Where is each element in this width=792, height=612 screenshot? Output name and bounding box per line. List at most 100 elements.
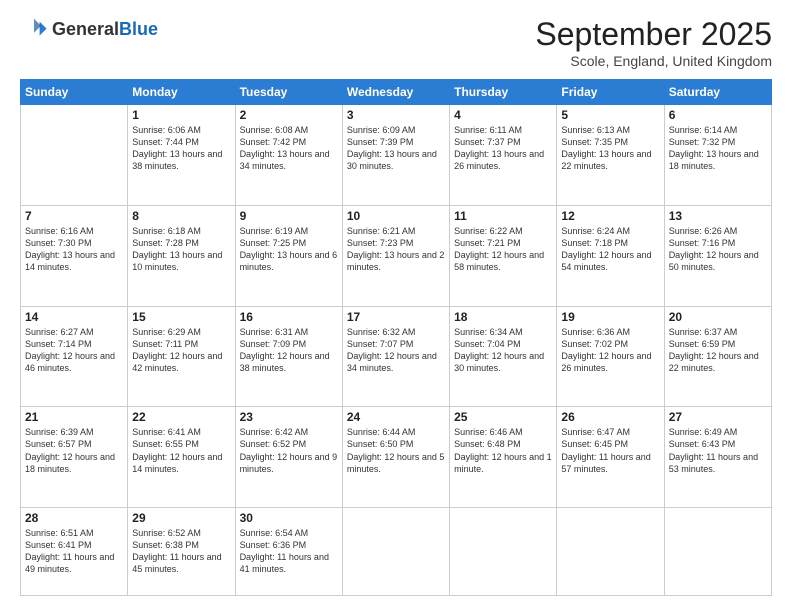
- calendar-cell: 5 Sunrise: 6:13 AM Sunset: 7:35 PM Daylig…: [557, 105, 664, 206]
- cell-info: Sunrise: 6:21 AM Sunset: 7:23 PM Dayligh…: [347, 225, 445, 274]
- day-number: 22: [132, 410, 230, 424]
- cell-info: Sunrise: 6:13 AM Sunset: 7:35 PM Dayligh…: [561, 124, 659, 173]
- cell-info: Sunrise: 6:24 AM Sunset: 7:18 PM Dayligh…: [561, 225, 659, 274]
- calendar-cell: 23Sunrise: 6:42 AM Sunset: 6:52 PM Dayli…: [235, 407, 342, 508]
- calendar-cell: [21, 105, 128, 206]
- day-number: 14: [25, 310, 123, 324]
- day-number: 21: [25, 410, 123, 424]
- calendar-cell: 30 Sunrise: 6:54 AM Sunset: 6:36 PM Dayli…: [235, 508, 342, 596]
- cell-info: Sunrise: 6:36 AM Sunset: 7:02 PM Dayligh…: [561, 326, 659, 375]
- week-row-3: 21 Sunrise: 6:39 AM Sunset: 6:57 PM Dayli…: [21, 407, 772, 508]
- week-row-2: 14 Sunrise: 6:27 AM Sunset: 7:14 PM Dayli…: [21, 306, 772, 407]
- calendar-cell: [664, 508, 771, 596]
- calendar-cell: 27 Sunrise: 6:49 AM Sunset: 6:43 PM Dayli…: [664, 407, 771, 508]
- day-number: 9: [240, 209, 338, 223]
- day-number: 18: [454, 310, 552, 324]
- week-row-4: 28 Sunrise: 6:51 AM Sunset: 6:41 PM Dayli…: [21, 508, 772, 596]
- day-number: 3: [347, 108, 445, 122]
- calendar-cell: [450, 508, 557, 596]
- cell-info: Sunrise: 6:51 AM Sunset: 6:41 PM Dayligh…: [25, 527, 123, 576]
- cell-info: Sunrise: 6:47 AM Sunset: 6:45 PM Dayligh…: [561, 426, 659, 475]
- day-number: 24: [347, 410, 445, 424]
- cell-info: Sunrise: 6:32 AM Sunset: 7:07 PM Dayligh…: [347, 326, 445, 375]
- day-number: 1: [132, 108, 230, 122]
- cell-info: Sunrise: 6:19 AM Sunset: 7:25 PM Dayligh…: [240, 225, 338, 274]
- day-number: 2: [240, 108, 338, 122]
- cell-info: Sunrise: 6:11 AM Sunset: 7:37 PM Dayligh…: [454, 124, 552, 173]
- day-header-monday: Monday: [128, 80, 235, 105]
- day-header-sunday: Sunday: [21, 80, 128, 105]
- calendar-cell: 6 Sunrise: 6:14 AM Sunset: 7:32 PM Daylig…: [664, 105, 771, 206]
- calendar-cell: 25 Sunrise: 6:46 AM Sunset: 6:48 PM Dayli…: [450, 407, 557, 508]
- cell-info: Sunrise: 6:31 AM Sunset: 7:09 PM Dayligh…: [240, 326, 338, 375]
- cell-info: Sunrise: 6:08 AM Sunset: 7:42 PM Dayligh…: [240, 124, 338, 173]
- day-number: 4: [454, 108, 552, 122]
- day-number: 13: [669, 209, 767, 223]
- cell-info: Sunrise: 6:39 AM Sunset: 6:57 PM Dayligh…: [25, 426, 123, 475]
- day-number: 27: [669, 410, 767, 424]
- calendar-cell: 15 Sunrise: 6:29 AM Sunset: 7:11 PM Dayli…: [128, 306, 235, 407]
- day-number: 6: [669, 108, 767, 122]
- day-number: 30: [240, 511, 338, 525]
- calendar-cell: 8 Sunrise: 6:18 AM Sunset: 7:28 PM Daylig…: [128, 205, 235, 306]
- day-header-wednesday: Wednesday: [342, 80, 449, 105]
- cell-info: Sunrise: 6:52 AM Sunset: 6:38 PM Dayligh…: [132, 527, 230, 576]
- days-header-row: SundayMondayTuesdayWednesdayThursdayFrid…: [21, 80, 772, 105]
- day-number: 29: [132, 511, 230, 525]
- calendar-cell: [342, 508, 449, 596]
- cell-info: Sunrise: 6:54 AM Sunset: 6:36 PM Dayligh…: [240, 527, 338, 576]
- cell-info: Sunrise: 6:46 AM Sunset: 6:48 PM Dayligh…: [454, 426, 552, 475]
- calendar-cell: 18 Sunrise: 6:34 AM Sunset: 7:04 PM Dayli…: [450, 306, 557, 407]
- cell-info: Sunrise: 6:41 AM Sunset: 6:55 PM Dayligh…: [132, 426, 230, 475]
- calendar: SundayMondayTuesdayWednesdayThursdayFrid…: [20, 79, 772, 596]
- day-header-friday: Friday: [557, 80, 664, 105]
- day-header-thursday: Thursday: [450, 80, 557, 105]
- calendar-cell: 17Sunrise: 6:32 AM Sunset: 7:07 PM Dayli…: [342, 306, 449, 407]
- cell-info: Sunrise: 6:37 AM Sunset: 6:59 PM Dayligh…: [669, 326, 767, 375]
- day-number: 25: [454, 410, 552, 424]
- day-number: 5: [561, 108, 659, 122]
- day-number: 19: [561, 310, 659, 324]
- calendar-cell: 3 Sunrise: 6:09 AM Sunset: 7:39 PM Daylig…: [342, 105, 449, 206]
- cell-info: Sunrise: 6:34 AM Sunset: 7:04 PM Dayligh…: [454, 326, 552, 375]
- calendar-cell: 14 Sunrise: 6:27 AM Sunset: 7:14 PM Dayli…: [21, 306, 128, 407]
- day-number: 10: [347, 209, 445, 223]
- calendar-cell: 10 Sunrise: 6:21 AM Sunset: 7:23 PM Dayli…: [342, 205, 449, 306]
- day-number: 26: [561, 410, 659, 424]
- calendar-cell: 7Sunrise: 6:16 AM Sunset: 7:30 PM Daylig…: [21, 205, 128, 306]
- calendar-cell: 9 Sunrise: 6:19 AM Sunset: 7:25 PM Daylig…: [235, 205, 342, 306]
- calendar-cell: 22 Sunrise: 6:41 AM Sunset: 6:55 PM Dayli…: [128, 407, 235, 508]
- calendar-cell: 16Sunrise: 6:31 AM Sunset: 7:09 PM Dayli…: [235, 306, 342, 407]
- cell-info: Sunrise: 6:49 AM Sunset: 6:43 PM Dayligh…: [669, 426, 767, 475]
- location: Scole, England, United Kingdom: [535, 53, 772, 69]
- day-number: 8: [132, 209, 230, 223]
- calendar-cell: 28 Sunrise: 6:51 AM Sunset: 6:41 PM Dayli…: [21, 508, 128, 596]
- calendar-cell: 19 Sunrise: 6:36 AM Sunset: 7:02 PM Dayli…: [557, 306, 664, 407]
- calendar-cell: 11Sunrise: 6:22 AM Sunset: 7:21 PM Dayli…: [450, 205, 557, 306]
- cell-info: Sunrise: 6:27 AM Sunset: 7:14 PM Dayligh…: [25, 326, 123, 375]
- logo-text: GeneralBlue: [52, 20, 158, 40]
- cell-info: Sunrise: 6:18 AM Sunset: 7:28 PM Dayligh…: [132, 225, 230, 274]
- cell-info: Sunrise: 6:29 AM Sunset: 7:11 PM Dayligh…: [132, 326, 230, 375]
- calendar-cell: 1 Sunrise: 6:06 AM Sunset: 7:44 PM Daylig…: [128, 105, 235, 206]
- week-row-1: 7Sunrise: 6:16 AM Sunset: 7:30 PM Daylig…: [21, 205, 772, 306]
- logo: GeneralBlue: [20, 16, 158, 44]
- calendar-cell: 13Sunrise: 6:26 AM Sunset: 7:16 PM Dayli…: [664, 205, 771, 306]
- calendar-cell: 29 Sunrise: 6:52 AM Sunset: 6:38 PM Dayli…: [128, 508, 235, 596]
- logo-line1: General: [52, 19, 119, 39]
- day-header-tuesday: Tuesday: [235, 80, 342, 105]
- cell-info: Sunrise: 6:42 AM Sunset: 6:52 PM Dayligh…: [240, 426, 338, 475]
- day-header-saturday: Saturday: [664, 80, 771, 105]
- title-block: September 2025 Scole, England, United Ki…: [535, 16, 772, 69]
- day-number: 28: [25, 511, 123, 525]
- cell-info: Sunrise: 6:16 AM Sunset: 7:30 PM Dayligh…: [25, 225, 123, 274]
- day-number: 15: [132, 310, 230, 324]
- cell-info: Sunrise: 6:09 AM Sunset: 7:39 PM Dayligh…: [347, 124, 445, 173]
- logo-line2: Blue: [119, 19, 158, 39]
- week-row-0: 1 Sunrise: 6:06 AM Sunset: 7:44 PM Daylig…: [21, 105, 772, 206]
- cell-info: Sunrise: 6:06 AM Sunset: 7:44 PM Dayligh…: [132, 124, 230, 173]
- header: GeneralBlue September 2025 Scole, Englan…: [20, 16, 772, 69]
- day-number: 20: [669, 310, 767, 324]
- cell-info: Sunrise: 6:14 AM Sunset: 7:32 PM Dayligh…: [669, 124, 767, 173]
- calendar-cell: [557, 508, 664, 596]
